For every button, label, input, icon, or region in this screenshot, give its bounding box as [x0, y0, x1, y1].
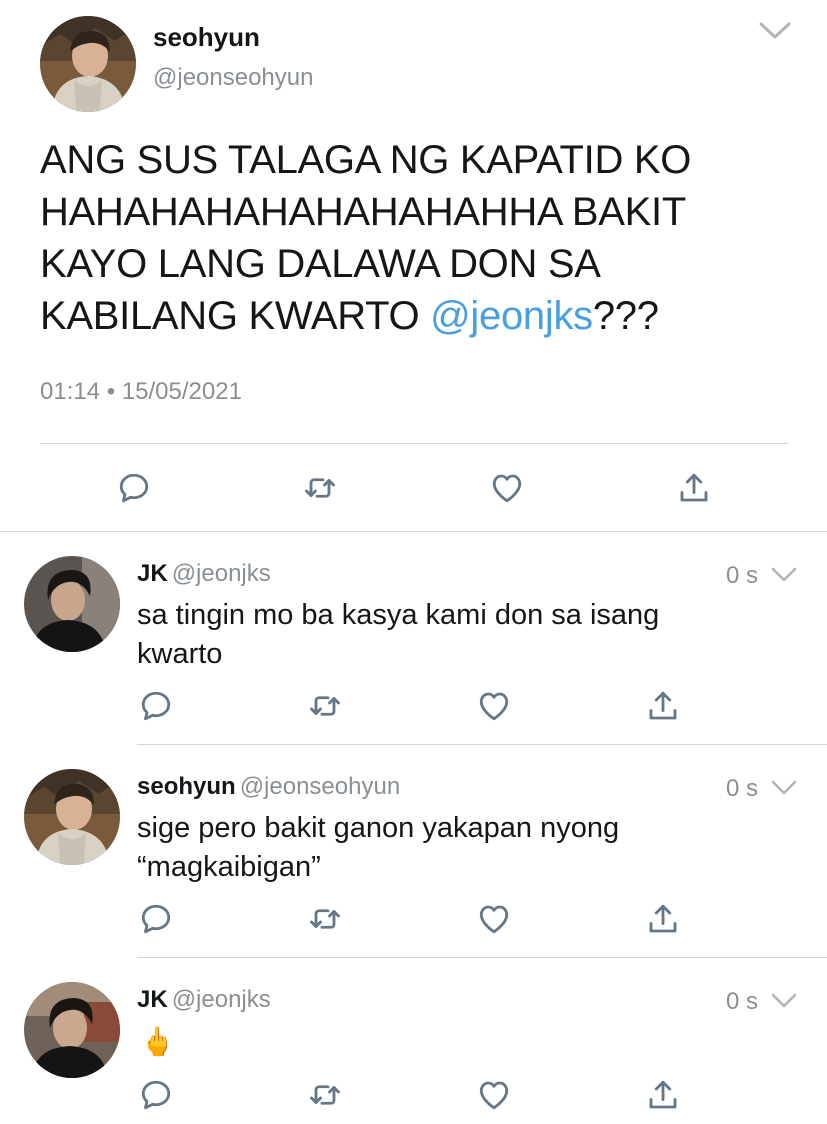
divider: [137, 744, 827, 745]
reply-time[interactable]: 0 s: [726, 775, 758, 803]
reply-text-line: sige pero bakit ganon yakapan nyong: [137, 812, 620, 844]
author-handle[interactable]: @jeonjks: [172, 560, 271, 587]
reply-text: sa tingin mo ba kasya kami don sa isang …: [137, 596, 659, 674]
tweet-text-line: HAHAHAHAHAHAHAHAHHA BAKIT: [40, 190, 686, 234]
share-icon[interactable]: [676, 470, 712, 506]
divider: [0, 531, 827, 532]
reply-time[interactable]: 0 s: [726, 988, 758, 1016]
tweet-text-line: ANG SUS TALAGA NG KAPATID KO: [40, 138, 692, 182]
retweet-icon[interactable]: [307, 688, 343, 724]
share-icon[interactable]: [645, 1077, 681, 1113]
like-icon[interactable]: [476, 688, 512, 724]
middle-finger-emoji: 🖕: [140, 1026, 175, 1057]
share-icon[interactable]: [645, 688, 681, 724]
chevron-down-icon[interactable]: [758, 20, 792, 42]
chevron-down-icon[interactable]: [770, 779, 798, 797]
reply-text: sige pero bakit ganon yakapan nyong “mag…: [137, 809, 619, 887]
reply-text-line: sa tingin mo ba kasya kami don sa isang: [137, 599, 660, 631]
chevron-down-icon[interactable]: [770, 566, 798, 584]
avatar-photo: [40, 16, 136, 112]
tweet-text-line: KAYO LANG DALAWA DON SA: [40, 242, 601, 286]
author-name[interactable]: seohyun: [153, 22, 260, 53]
tweet-timestamp[interactable]: 01:14 • 15/05/2021: [40, 378, 242, 406]
avatar-photo: [24, 982, 120, 1078]
avatar-photo: [24, 769, 120, 865]
share-icon[interactable]: [645, 901, 681, 937]
tweet-text-segment: KABILANG KWARTO: [40, 294, 431, 338]
reply-text: 🖕: [140, 1022, 175, 1061]
reply-icon[interactable]: [138, 901, 174, 937]
divider: [40, 443, 788, 444]
like-icon[interactable]: [476, 901, 512, 937]
author-name[interactable]: seohyun: [137, 773, 236, 800]
like-icon[interactable]: [476, 1077, 512, 1113]
reply-time[interactable]: 0 s: [726, 562, 758, 590]
chevron-down-icon[interactable]: [770, 992, 798, 1010]
divider: [137, 957, 827, 958]
avatar[interactable]: [24, 982, 120, 1078]
tweet-text-suffix: ???: [592, 294, 659, 338]
reply-text-line: kwarto: [137, 638, 223, 670]
tweet-text: ANG SUS TALAGA NG KAPATID KO HAHAHAHAHAH…: [40, 134, 800, 342]
reply-header: JK @jeonjks: [137, 560, 271, 588]
reply-text-line: “magkaibigan”: [137, 851, 321, 883]
mention-link[interactable]: @jeonjks: [430, 294, 593, 338]
reply-header: JK @jeonjks: [137, 986, 271, 1014]
author-handle[interactable]: @jeonseohyun: [153, 64, 313, 92]
tweet-text-line: KABILANG KWARTO @jeonjks???: [40, 290, 800, 342]
reply-icon[interactable]: [138, 1077, 174, 1113]
retweet-icon[interactable]: [307, 901, 343, 937]
avatar[interactable]: [24, 769, 120, 865]
avatar[interactable]: [24, 556, 120, 652]
author-handle[interactable]: @jeonseohyun: [240, 773, 400, 800]
reply-icon[interactable]: [138, 688, 174, 724]
reply-header: seohyun @jeonseohyun: [137, 773, 400, 801]
retweet-icon[interactable]: [302, 470, 338, 506]
reply-icon[interactable]: [116, 470, 152, 506]
author-name[interactable]: JK: [137, 986, 168, 1013]
retweet-icon[interactable]: [307, 1077, 343, 1113]
avatar[interactable]: [40, 16, 136, 112]
author-handle[interactable]: @jeonjks: [172, 986, 271, 1013]
author-name[interactable]: JK: [137, 560, 168, 587]
avatar-photo: [24, 556, 120, 652]
like-icon[interactable]: [489, 470, 525, 506]
